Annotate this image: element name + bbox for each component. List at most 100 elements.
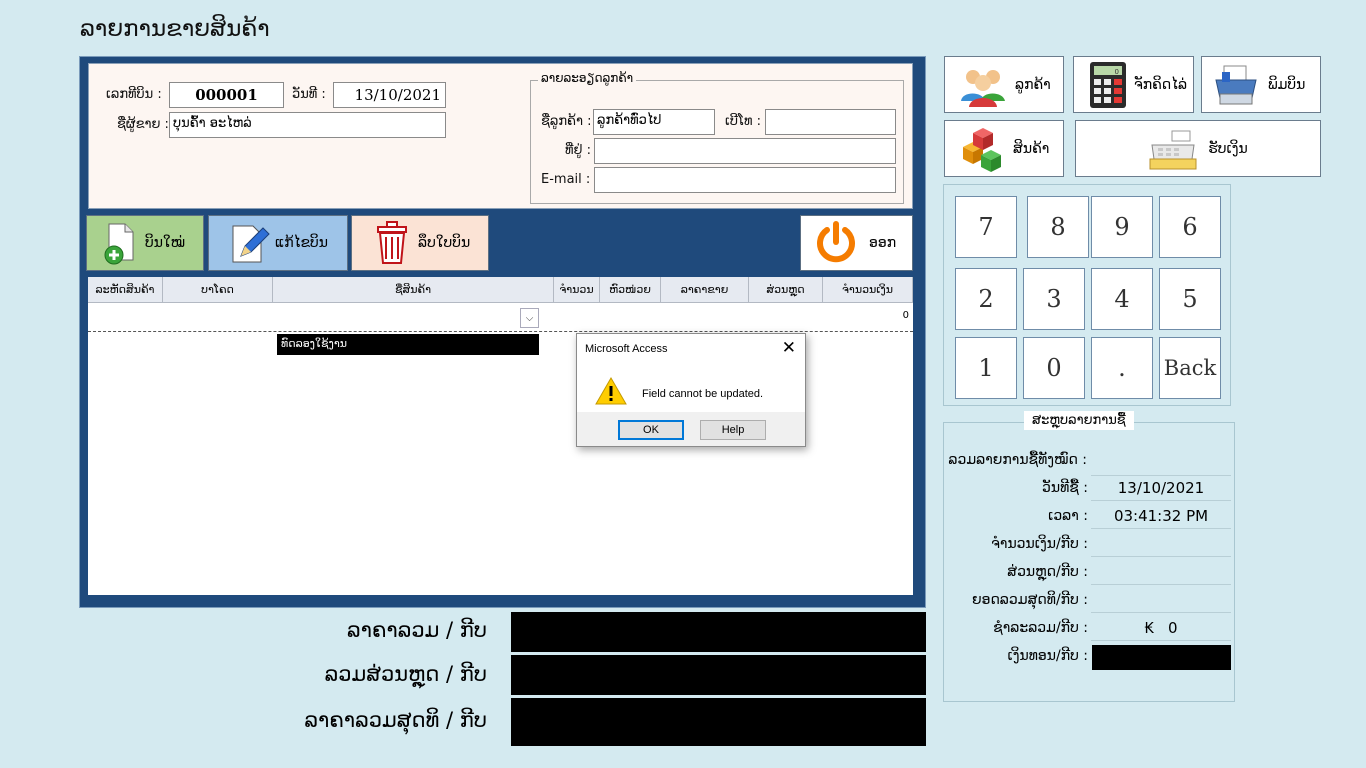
col-header-code[interactable]: ລະຫັດສິນຄ້າ xyxy=(88,277,163,303)
new-bill-button[interactable]: ບິນໃໝ່ xyxy=(86,215,204,271)
error-dialog: Microsoft Access ✕ Field cannot be updat… xyxy=(576,333,806,447)
key-2[interactable]: 2 xyxy=(955,268,1017,330)
ok-button[interactable]: OK xyxy=(618,420,684,440)
net-label: ຍອດລວມສຸດທິ/ກີບ : xyxy=(971,592,1088,608)
trial-tooltip: ທົດລອງໃຊ້ງານ xyxy=(277,334,539,355)
address-field[interactable] xyxy=(594,138,896,164)
page-title: ລາຍການຂາຍສິນຄ້າ xyxy=(80,16,270,42)
col-header-unit[interactable]: ຫົວໜ່ວຍ xyxy=(600,277,661,303)
total-price-label: ລາຄາລວມ / ກີບ xyxy=(346,618,487,642)
col-header-barcode[interactable]: ບາໂຄດ xyxy=(163,277,273,303)
col-header-price[interactable]: ລາຄາຂາຍ xyxy=(661,277,749,303)
purchase-date-label: ວັນທີຊື້ : xyxy=(1042,480,1088,496)
amount-label: ຈຳນວນເງິນ/ກີບ : xyxy=(991,536,1088,552)
total-items-value xyxy=(1091,450,1231,476)
col-header-qty[interactable]: ຈຳນວນ xyxy=(554,277,600,303)
customer-group: ລາຍລະອຽດລູກຄ້າ ຊື່ລູກຄ້າ : ລູກຄ້າທົ່ວໄປ … xyxy=(530,71,904,204)
delete-bill-label: ລຶບໃບບິນ xyxy=(418,235,471,251)
power-icon xyxy=(817,221,855,263)
users-icon xyxy=(961,69,1005,107)
delete-bill-button[interactable]: ລຶບໃບບິນ xyxy=(351,215,489,271)
col-header-name[interactable]: ຊື່ສິນຄ້າ xyxy=(273,277,554,303)
key-6[interactable]: 6 xyxy=(1159,196,1221,258)
phone-label: ເບີໂທ : xyxy=(725,114,762,129)
edit-document-icon xyxy=(232,225,270,263)
customer-name-field[interactable]: ລູກຄ້າທົ່ວໄປ xyxy=(593,109,715,135)
key-3[interactable]: 3 xyxy=(1023,268,1085,330)
change-label: ເງິນທອນ/ກີບ : xyxy=(1007,648,1089,664)
dialog-message: Field cannot be updated. xyxy=(642,388,764,400)
phone-field[interactable] xyxy=(765,109,896,135)
product-boxes-icon xyxy=(963,127,1001,172)
seller-label: ຊື່ຜູ້ຂາຍ : xyxy=(117,117,169,132)
change-value xyxy=(1092,645,1231,670)
key-1[interactable]: 1 xyxy=(955,337,1017,399)
product-button[interactable]: ສິນຄ້າ xyxy=(944,120,1064,177)
edit-bill-button[interactable]: ແກ້ໄຂບິນ xyxy=(208,215,348,271)
currency-symbol: ₭ xyxy=(1144,618,1154,637)
printer-icon xyxy=(1215,65,1257,104)
col-header-amount[interactable]: ຈຳນວນເງິນ xyxy=(823,277,913,303)
main-panel: ເລກທີບິນ : 000001 ວັນທີ : 13/10/2021 ຊື່… xyxy=(79,56,926,608)
address-label: ທີ່ຢູ່ : xyxy=(565,143,591,158)
amount-value xyxy=(1091,531,1231,557)
edit-bill-label: ແກ້ໄຂບິນ xyxy=(275,235,329,251)
paid-amount: 0 xyxy=(1168,618,1178,637)
key-4[interactable]: 4 xyxy=(1091,268,1153,330)
customer-name-label: ຊື່ລູກຄ້າ : xyxy=(541,114,592,129)
receive-payment-button[interactable]: ຮັບເງິນ xyxy=(1075,120,1321,177)
time-value: 03:41:32 PM xyxy=(1091,503,1231,529)
calculator-icon: 0 xyxy=(1090,61,1126,108)
discount-value xyxy=(1091,559,1231,585)
exit-button[interactable]: ອອກ xyxy=(800,215,913,271)
email-label: E-mail : xyxy=(541,172,591,187)
total-discount-label: ລວມສ່ວນຫຼຸດ / ກີບ xyxy=(324,662,487,686)
key-dot[interactable]: . xyxy=(1091,337,1153,399)
key-5[interactable]: 5 xyxy=(1159,268,1221,330)
key-0[interactable]: 0 xyxy=(1023,337,1085,399)
net-total-label: ລາຄາລວມສຸດທິ / ກີບ xyxy=(304,708,487,732)
date-field[interactable]: 13/10/2021 xyxy=(333,82,446,108)
trash-icon xyxy=(377,221,407,264)
dialog-title: Microsoft Access xyxy=(585,343,668,355)
net-total-value xyxy=(511,698,926,746)
calculator-button[interactable]: 0 ຈັກຄິດໄລ່ xyxy=(1073,56,1194,113)
new-document-icon xyxy=(104,223,134,265)
total-items-label: ລວມລາຍການຊື້ທັງໝົດ : xyxy=(948,452,1087,468)
discount-label: ສ່ວນຫຼຸດ/ກີບ : xyxy=(1007,564,1088,580)
row-amount: 0 xyxy=(902,310,909,321)
table-row[interactable]: ⌵ 0 xyxy=(88,304,913,332)
total-price-value xyxy=(511,612,926,652)
print-button-label: ພິມບິນ xyxy=(1268,76,1306,93)
exit-label: ອອກ xyxy=(869,235,897,251)
total-discount-value xyxy=(511,655,926,695)
time-label: ເວລາ : xyxy=(1048,508,1088,524)
chevron-down-icon[interactable]: ⌵ xyxy=(520,308,539,328)
purchase-summary: ສະຫຼຸບລາຍການຊື້ ລວມລາຍການຊື້ທັງໝົດ : ວັນ… xyxy=(943,411,1235,702)
key-back[interactable]: Back xyxy=(1159,337,1221,399)
key-8[interactable]: 8 xyxy=(1027,196,1089,258)
bill-header: ເລກທີບິນ : 000001 ວັນທີ : 13/10/2021 ຊື່… xyxy=(88,63,913,209)
receive-payment-label: ຮັບເງິນ xyxy=(1208,140,1248,157)
purchase-date-value: 13/10/2021 xyxy=(1091,475,1231,501)
key-9[interactable]: 9 xyxy=(1091,196,1153,258)
calc-display: 0 xyxy=(1115,68,1119,76)
bill-no-field[interactable]: 000001 xyxy=(169,82,284,108)
col-header-discount[interactable]: ສ່ວນຫຼຸດ xyxy=(749,277,823,303)
customer-button-label: ລູກຄ້າ xyxy=(1015,76,1051,93)
numeric-keypad: 7 8 9 6 2 3 4 5 1 0 . Back xyxy=(943,184,1231,406)
help-button[interactable]: Help xyxy=(700,420,766,440)
date-label: ວັນທີ : xyxy=(292,87,326,102)
new-bill-label: ບິນໃໝ່ xyxy=(145,235,186,251)
seller-field[interactable]: ບຸນຄົ້າ ອະໄຫລ່ xyxy=(169,112,446,138)
warning-icon xyxy=(595,376,627,405)
dialog-body: Field cannot be updated. xyxy=(577,364,805,412)
calculator-button-label: ຈັກຄິດໄລ່ xyxy=(1134,76,1188,93)
cash-register-icon xyxy=(1149,130,1197,169)
key-7[interactable]: 7 xyxy=(955,196,1017,258)
customer-button[interactable]: ລູກຄ້າ xyxy=(944,56,1064,113)
close-icon[interactable]: ✕ xyxy=(782,338,796,358)
email-field[interactable] xyxy=(594,167,896,193)
paid-value: ₭ 0 xyxy=(1091,615,1231,641)
print-button[interactable]: ພິມບິນ xyxy=(1201,56,1321,113)
